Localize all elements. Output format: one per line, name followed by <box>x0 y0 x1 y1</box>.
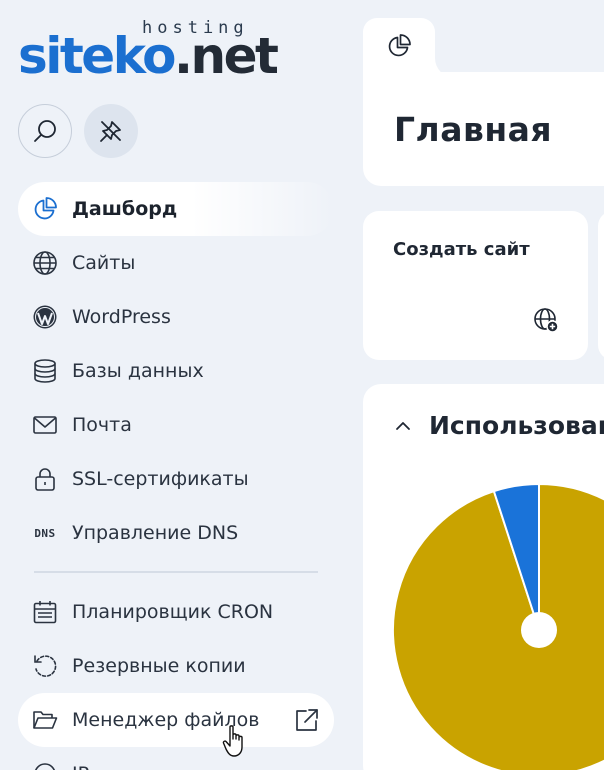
sidebar-item-mail[interactable]: Почта <box>18 398 334 452</box>
sidebar-divider <box>34 571 318 573</box>
sidebar-item-databases[interactable]: Базы данных <box>18 344 334 398</box>
sidebar-item-wordpress[interactable]: WordPress <box>18 290 334 344</box>
unpin-icon <box>100 121 121 142</box>
sidebar-item-label: WordPress <box>72 306 171 328</box>
usage-pie-chart <box>393 484 604 770</box>
create-site-title: Создать сайт <box>393 239 530 260</box>
sidebar-item-sites[interactable]: Сайты <box>18 236 334 290</box>
sidebar-item-label: SSL-сертификаты <box>72 468 249 490</box>
resource-usage-title: Использование ресурсов <box>429 411 604 440</box>
search-button[interactable] <box>18 104 72 158</box>
sidebar-item-dns[interactable]: DNS Управление DNS <box>18 506 334 560</box>
next-action-card[interactable] <box>598 211 604 360</box>
lock-icon <box>32 466 58 492</box>
sidebar-item-label: Почта <box>72 414 132 436</box>
sidebar-item-label: IP <box>72 763 89 770</box>
search-icon <box>34 120 56 142</box>
pie-chart-icon <box>32 196 58 222</box>
logo[interactable]: hosting siteko.net <box>18 18 288 84</box>
sidebar-item-dashboard[interactable]: Дашборд <box>18 182 334 236</box>
globe-add-icon <box>534 308 559 333</box>
backup-icon <box>32 653 58 679</box>
pie-center-hole <box>521 612 557 648</box>
calendar-icon <box>32 599 58 625</box>
logo-brand-dark: .net <box>173 27 279 85</box>
sidebar-item-file-manager[interactable]: Менеджер файлов <box>18 693 334 747</box>
resource-usage-card: Использование ресурсов <box>363 384 604 770</box>
sidebar-item-label: Планировщик CRON <box>72 601 274 623</box>
sidebar-item-ssl[interactable]: SSL-сертификаты <box>18 452 334 506</box>
sidebar: hosting siteko.net Дашборд Сайты WordPre… <box>0 0 350 770</box>
sidebar-item-label: Дашборд <box>72 198 178 220</box>
tab-dashboard[interactable] <box>363 18 435 78</box>
dns-icon: DNS <box>34 526 56 540</box>
folder-open-icon <box>32 707 58 733</box>
sidebar-item-label: Резервные копии <box>72 655 246 677</box>
hand-cursor-icon <box>222 725 243 757</box>
database-icon <box>32 358 58 384</box>
create-site-card[interactable]: Создать сайт <box>363 211 588 360</box>
unpin-sidebar-button[interactable] <box>84 104 138 158</box>
wordpress-icon <box>32 304 58 330</box>
page-title: Главная <box>394 110 553 149</box>
logo-brand-blue: siteko <box>18 27 176 85</box>
sidebar-item-label: Сайты <box>72 252 136 274</box>
sidebar-item-label: Базы данных <box>72 360 204 382</box>
globe-icon <box>32 250 58 276</box>
sidebar-item-backups[interactable]: Резервные копии <box>18 639 334 693</box>
pie-slice[interactable] <box>393 484 604 770</box>
sidebar-item-label: Управление DNS <box>72 522 239 544</box>
logo-wordmark: siteko.net <box>18 27 279 85</box>
chevron-up-icon[interactable] <box>393 416 413 436</box>
sidebar-item-cron[interactable]: Планировщик CRON <box>18 585 334 639</box>
sidebar-item-ip[interactable]: IP <box>18 747 334 770</box>
external-link-icon[interactable] <box>294 707 320 733</box>
ip-icon <box>32 761 58 770</box>
pie-chart-icon <box>388 34 411 57</box>
mail-icon <box>32 412 58 438</box>
